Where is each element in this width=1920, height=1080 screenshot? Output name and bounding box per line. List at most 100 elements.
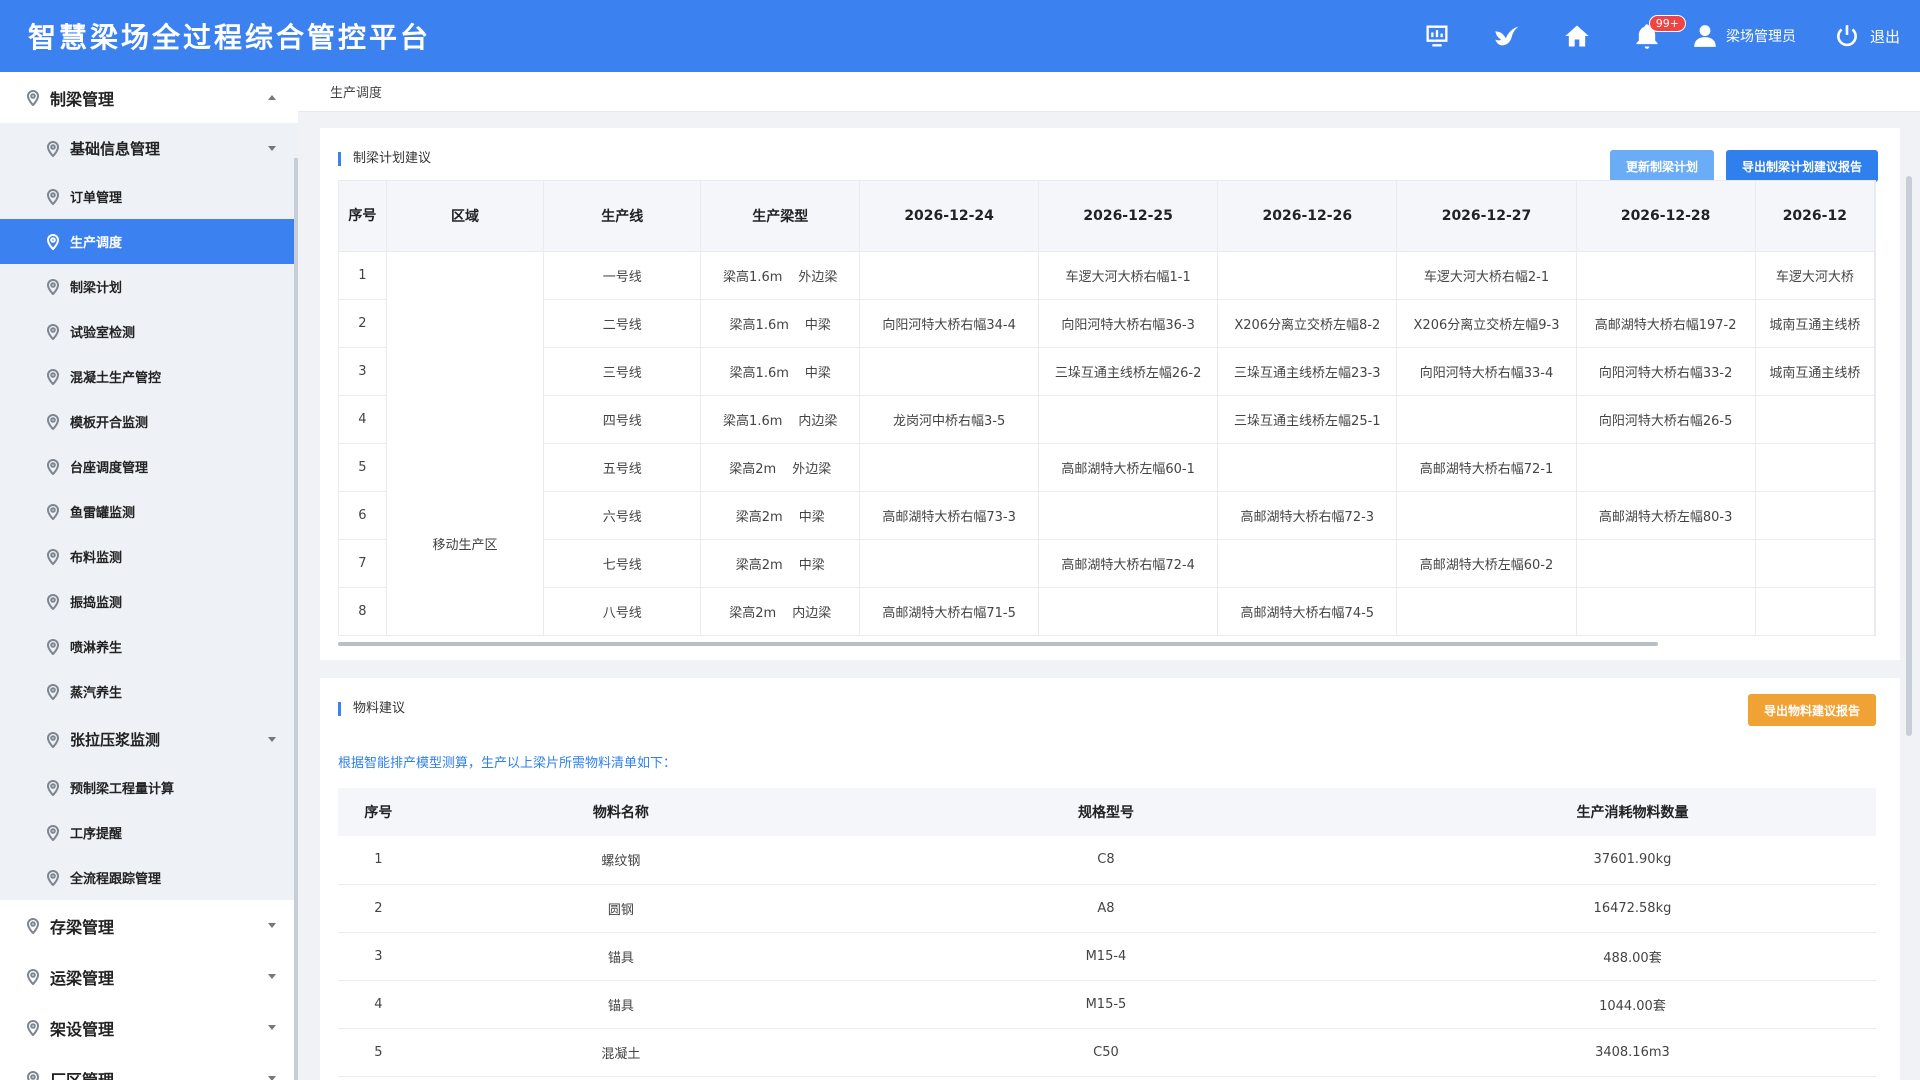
- table-row[interactable]: 3 锚具 M15-4 488.00套: [338, 932, 1876, 981]
- sidebar-item-13[interactable]: 张拉压浆监测: [0, 714, 298, 765]
- sidebar-item-15[interactable]: 工序提醒: [0, 810, 298, 855]
- breadcrumb-bar: 生产调度: [298, 72, 1920, 112]
- schedule-cell[interactable]: 高邮湖特大桥右幅197-2: [1576, 299, 1756, 348]
- sidebar-item-16[interactable]: 全流程跟踪管理: [0, 855, 298, 900]
- schedule-cell[interactable]: 城南互通主线桥: [1755, 347, 1875, 396]
- material-table-container[interactable]: 序号 物料名称 规格型号 生产消耗物料数量 1 螺纹钢 C8 37601.90kg 2 圆钢 A8…: [338, 788, 1876, 1080]
- schedule-cell[interactable]: [1576, 443, 1756, 492]
- table-row[interactable]: 3 三号线 梁高1.6m 中梁 三垛互通主线桥左幅26-2 三垛互通主线桥左幅23-3 向阳…: [339, 347, 1875, 396]
- sidebar-item-8[interactable]: 鱼雷罐监测: [0, 489, 298, 534]
- sidebar-item-12[interactable]: 蒸汽养生: [0, 669, 298, 714]
- schedule-cell[interactable]: 高邮湖特大桥左幅80-3: [1576, 491, 1756, 540]
- sidebar-item-4[interactable]: 试验室检测: [0, 309, 298, 354]
- schedule-cell[interactable]: [1576, 539, 1756, 588]
- table-row[interactable]: 2 圆钢 A8 16472.58kg: [338, 884, 1876, 933]
- schedule-cell[interactable]: 城南互通主线桥: [1755, 299, 1875, 348]
- table-row[interactable]: 8 八号线 梁高2m 内边梁 高邮湖特大桥右幅71-5 高邮湖特大桥右幅74-5: [339, 587, 1875, 635]
- schedule-cell[interactable]: [859, 443, 1040, 492]
- table-row[interactable]: 7 七号线 梁高2m 中梁 高邮湖特大桥右幅72-4 高邮湖特大桥左幅60-2: [339, 539, 1875, 588]
- schedule-cell[interactable]: 车逻大河大桥右幅1-1: [1038, 251, 1219, 300]
- schedule-cell[interactable]: 高邮湖特大桥右幅72-3: [1217, 491, 1398, 540]
- schedule-cell[interactable]: 高邮湖特大桥左幅60-1: [1038, 443, 1219, 492]
- notification-bell-icon[interactable]: 99+: [1630, 15, 1686, 53]
- sidebar-item-0[interactable]: 基础信息管理: [0, 123, 298, 174]
- schedule-cell[interactable]: [859, 251, 1040, 300]
- home-icon[interactable]: [1560, 19, 1594, 53]
- schedule-cell[interactable]: [1396, 587, 1577, 635]
- bird-icon[interactable]: [1490, 19, 1524, 53]
- table-row[interactable]: 4 锚具 M15-5 1044.00套: [338, 980, 1876, 1029]
- schedule-cell[interactable]: 车逻大河大桥右幅2-1: [1396, 251, 1577, 300]
- schedule-cell[interactable]: [1038, 395, 1219, 444]
- schedule-cell[interactable]: 高邮湖特大桥右幅71-5: [859, 587, 1040, 635]
- sidebar-item-2[interactable]: 生产调度: [0, 219, 298, 264]
- schedule-cell[interactable]: [1038, 491, 1219, 540]
- sidebar-item-11[interactable]: 喷淋养生: [0, 624, 298, 669]
- schedule-cell[interactable]: 向阳河特大桥右幅36-3: [1038, 299, 1219, 348]
- schedule-cell[interactable]: [1217, 443, 1398, 492]
- breadcrumb[interactable]: 生产调度: [330, 82, 382, 101]
- schedule-cell[interactable]: 高邮湖特大桥右幅73-3: [859, 491, 1040, 540]
- sidebar-item-7[interactable]: 台座调度管理: [0, 444, 298, 489]
- schedule-cell[interactable]: [1755, 491, 1875, 540]
- schedule-cell[interactable]: 三垛互通主线桥左幅26-2: [1038, 347, 1219, 396]
- table-row[interactable]: 5 五号线 梁高2m 外边梁 高邮湖特大桥左幅60-1 高邮湖特大桥右幅72-1: [339, 443, 1875, 492]
- schedule-cell[interactable]: 高邮湖特大桥右幅72-1: [1396, 443, 1577, 492]
- schedule-cell[interactable]: 高邮湖特大桥右幅72-4: [1038, 539, 1219, 588]
- plan-horizontal-scrollbar[interactable]: [338, 642, 1658, 646]
- main-vertical-scrollbar[interactable]: [1906, 176, 1912, 736]
- logout-button[interactable]: 退出: [1834, 23, 1900, 49]
- user-menu[interactable]: 梁场管理员: [1692, 23, 1796, 49]
- sidebar-item-9[interactable]: 布料监测: [0, 534, 298, 579]
- sidebar-group-1[interactable]: 运梁管理: [0, 951, 298, 1002]
- schedule-cell[interactable]: [1038, 587, 1219, 635]
- schedule-cell[interactable]: [1755, 395, 1875, 444]
- schedule-cell[interactable]: 向阳河特大桥右幅33-4: [1396, 347, 1577, 396]
- plan-column-header: 2026-12-24: [859, 181, 1040, 252]
- table-row[interactable]: 4 四号线 梁高1.6m 内边梁 龙岗河中桥右幅3-5 三垛互通主线桥左幅25-1 向阳河特…: [339, 395, 1875, 444]
- schedule-cell[interactable]: [1217, 251, 1398, 300]
- schedule-cell[interactable]: [859, 539, 1040, 588]
- schedule-cell[interactable]: [1396, 395, 1577, 444]
- schedule-cell[interactable]: 龙岗河中桥右幅3-5: [859, 395, 1040, 444]
- location-pin-icon: [46, 548, 60, 565]
- sidebar-group-2[interactable]: 架设管理: [0, 1002, 298, 1053]
- schedule-cell[interactable]: 三垛互通主线桥左幅23-3: [1217, 347, 1398, 396]
- schedule-cell[interactable]: [1576, 251, 1756, 300]
- dashboard-icon[interactable]: [1420, 19, 1454, 53]
- schedule-cell[interactable]: X206分离立交桥左幅8-2: [1217, 299, 1398, 348]
- sidebar-item-14[interactable]: 预制梁工程量计算: [0, 765, 298, 810]
- update-plan-button[interactable]: 更新制梁计划: [1610, 150, 1714, 182]
- schedule-cell[interactable]: 向阳河特大桥右幅26-5: [1576, 395, 1756, 444]
- schedule-cell[interactable]: X206分离立交桥左幅9-3: [1396, 299, 1577, 348]
- plan-table-container[interactable]: 序号 区域 生产线 生产梁型 2026-12-24 2026-12-25 2026-12-2…: [338, 180, 1876, 636]
- schedule-cell[interactable]: [1217, 539, 1398, 588]
- table-row[interactable]: 1 移动生产区 一号线 梁高1.6m 外边梁 车逻大河大桥右幅1-1 车逻大河大桥右幅2-1…: [339, 251, 1875, 635]
- schedule-cell[interactable]: [859, 347, 1040, 396]
- schedule-cell[interactable]: 车逻大河大桥: [1755, 251, 1875, 300]
- schedule-cell[interactable]: 向阳河特大桥右幅33-2: [1576, 347, 1756, 396]
- schedule-cell[interactable]: [1576, 587, 1756, 635]
- table-row[interactable]: 5 混凝土 C50 3408.16m3: [338, 1028, 1876, 1077]
- schedule-cell[interactable]: 高邮湖特大桥左幅60-2: [1396, 539, 1577, 588]
- schedule-cell[interactable]: [1755, 587, 1875, 635]
- export-plan-report-button[interactable]: 导出制梁计划建议报告: [1726, 150, 1878, 182]
- table-row[interactable]: 1 螺纹钢 C8 37601.90kg: [338, 836, 1876, 885]
- schedule-cell[interactable]: 向阳河特大桥右幅34-4: [859, 299, 1040, 348]
- sidebar-item-1[interactable]: 订单管理: [0, 174, 298, 219]
- schedule-cell[interactable]: 三垛互通主线桥左幅25-1: [1217, 395, 1398, 444]
- sidebar-group-0[interactable]: 存梁管理: [0, 900, 298, 951]
- export-material-report-button[interactable]: 导出物料建议报告: [1748, 694, 1876, 726]
- schedule-cell[interactable]: [1755, 539, 1875, 588]
- sidebar-group-3[interactable]: 厂区管理: [0, 1053, 298, 1080]
- table-row[interactable]: 2 二号线 梁高1.6m 中梁 向阳河特大桥右幅34-4 向阳河特大桥右幅36-3 X206…: [339, 299, 1875, 348]
- sidebar-item-6[interactable]: 模板开合监测: [0, 399, 298, 444]
- schedule-cell[interactable]: 高邮湖特大桥右幅74-5: [1217, 587, 1398, 635]
- sidebar-item-5[interactable]: 混凝土生产管控: [0, 354, 298, 399]
- schedule-cell[interactable]: [1396, 491, 1577, 540]
- sidebar-group-beam-production[interactable]: 制梁管理: [0, 72, 298, 123]
- table-row[interactable]: 6 六号线 梁高2m 中梁 高邮湖特大桥右幅73-3 高邮湖特大桥右幅72-3 高邮湖特大桥…: [339, 491, 1875, 540]
- sidebar-item-10[interactable]: 振捣监测: [0, 579, 298, 624]
- sidebar-item-3[interactable]: 制梁计划: [0, 264, 298, 309]
- schedule-cell[interactable]: [1755, 443, 1875, 492]
